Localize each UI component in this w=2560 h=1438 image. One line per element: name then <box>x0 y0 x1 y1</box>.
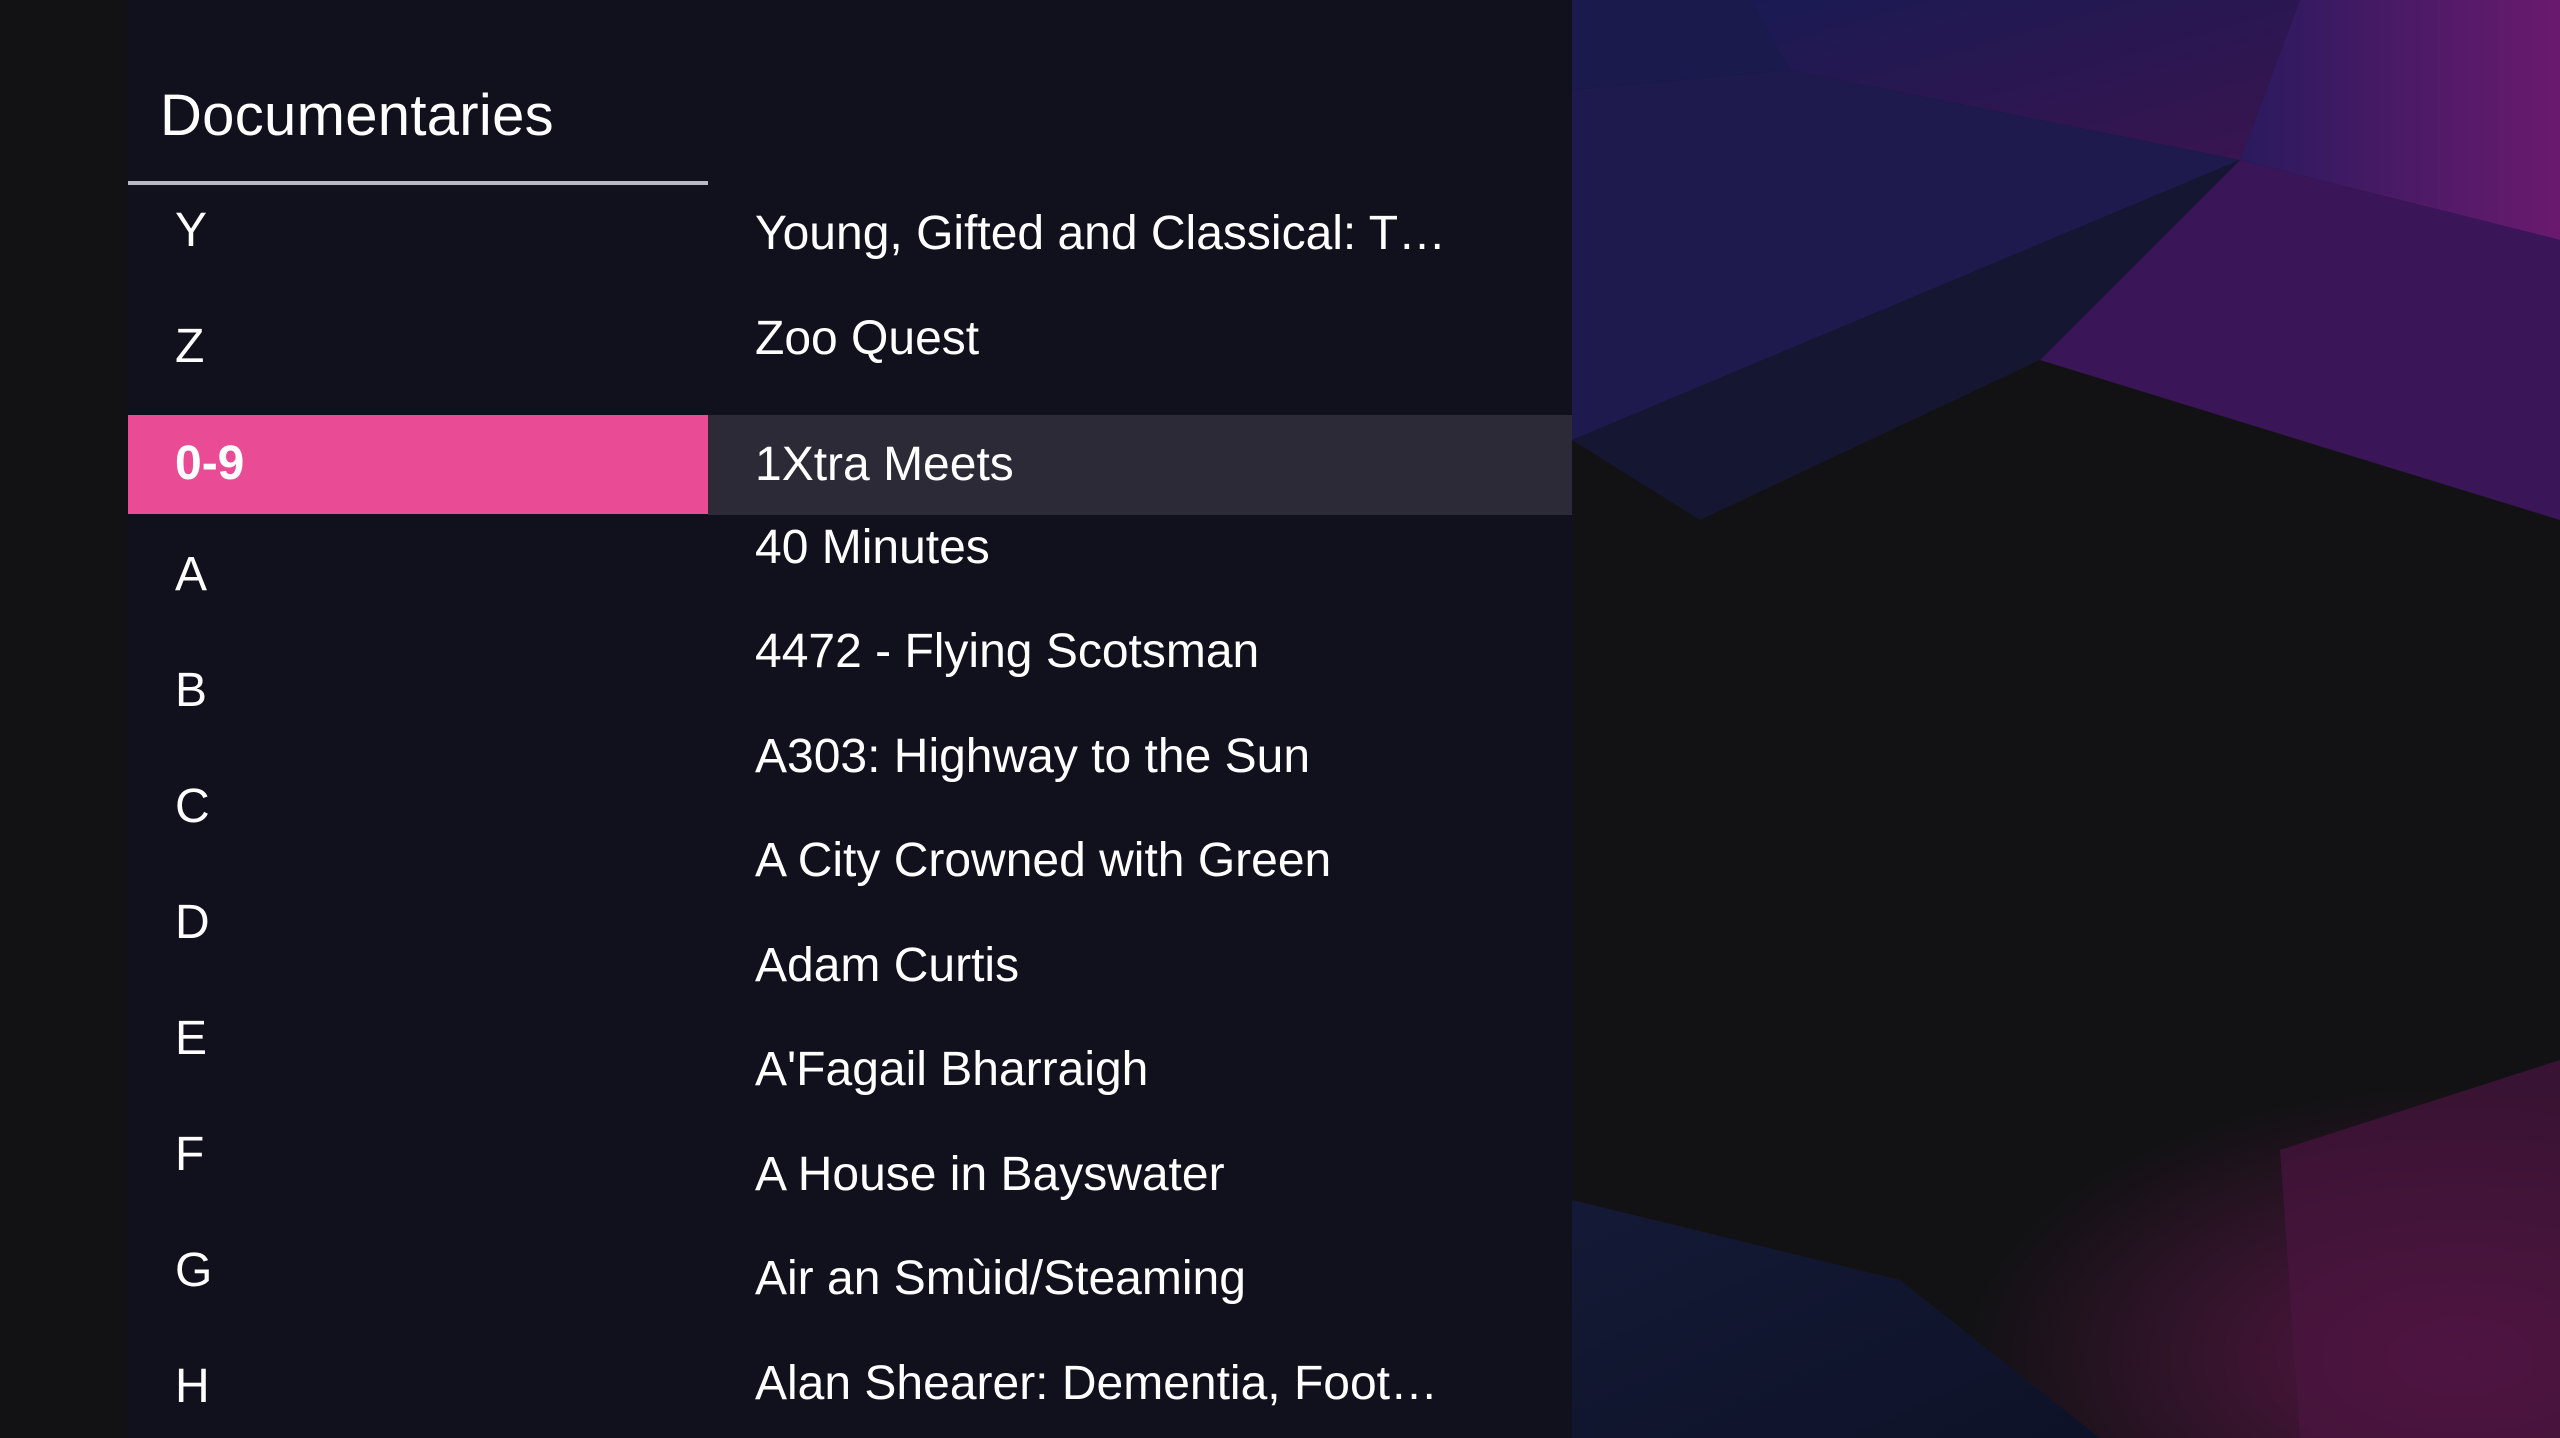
letter-index-list: Y Z 0-9 A B C D E F G H <box>128 185 708 1438</box>
letter-item-z[interactable]: Z <box>128 301 708 417</box>
letter-item-h[interactable]: H <box>128 1341 708 1438</box>
letter-label: H <box>175 1360 210 1413</box>
letter-item-a[interactable]: A <box>128 529 708 645</box>
programme-item[interactable]: 4472 - Flying Scotsman <box>708 624 1572 724</box>
programme-item[interactable]: 1Xtra Meets <box>708 415 1572 515</box>
programme-title: Adam Curtis <box>755 939 1020 992</box>
programme-title: Air an Smùid/Steaming <box>755 1252 1246 1305</box>
programme-item[interactable]: Air an Smùid/Steaming <box>708 1251 1572 1351</box>
programme-item[interactable]: A City Crowned with Green <box>708 833 1572 933</box>
letter-item-b[interactable]: B <box>128 645 708 761</box>
letter-label: Y <box>175 204 208 257</box>
programme-item[interactable]: A'Fagail Bharraigh <box>708 1042 1572 1142</box>
programme-title: 4472 - Flying Scotsman <box>755 625 1260 678</box>
programme-title: A303: Highway to the Sun <box>755 730 1311 783</box>
letter-label: E <box>175 1012 208 1065</box>
letter-label: G <box>175 1244 213 1297</box>
page-title: Documentaries <box>160 83 554 148</box>
programme-title: 40 Minutes <box>755 521 990 574</box>
category-browser-panel: Documentaries Y Z 0-9 A B C D E F G H Young, Gifte… <box>128 0 1572 1438</box>
letter-item-f[interactable]: F <box>128 1109 708 1225</box>
letter-label: C <box>175 780 210 833</box>
programme-title: 1Xtra Meets <box>755 438 1014 491</box>
programme-title: A'Fagail Bharraigh <box>755 1043 1149 1096</box>
programme-item[interactable]: Young, Gifted and Classical: T… <box>708 206 1572 306</box>
letter-item-y[interactable]: Y <box>128 185 708 301</box>
letter-label: A <box>175 548 208 601</box>
programme-title: Alan Shearer: Dementia, Foot… <box>755 1357 1438 1410</box>
letter-item-g[interactable]: G <box>128 1225 708 1341</box>
screen: Documentaries Y Z 0-9 A B C D E F G H Young, Gifte… <box>0 0 2560 1438</box>
letter-item-0-9[interactable]: 0-9 <box>128 415 708 514</box>
programme-title: Zoo Quest <box>755 312 980 365</box>
letter-label: B <box>175 664 208 717</box>
programme-item[interactable]: Zoo Quest <box>708 311 1572 411</box>
programme-title: Young, Gifted and Classical: T… <box>755 207 1447 260</box>
letter-item-e[interactable]: E <box>128 993 708 1109</box>
programme-item[interactable]: A303: Highway to the Sun <box>708 729 1572 829</box>
letter-label: D <box>175 896 210 949</box>
programme-item[interactable]: Adam Curtis <box>708 938 1572 1038</box>
programme-item[interactable]: 40 Minutes <box>708 520 1572 620</box>
letter-label: 0-9 <box>175 437 245 490</box>
letter-item-c[interactable]: C <box>128 761 708 877</box>
programme-title: A House in Bayswater <box>755 1148 1225 1201</box>
programme-item[interactable]: A House in Bayswater <box>708 1147 1572 1247</box>
programme-title: A City Crowned with Green <box>755 834 1332 887</box>
letter-label: F <box>175 1128 205 1181</box>
programme-item[interactable]: Alan Shearer: Dementia, Foot… <box>708 1356 1572 1438</box>
letter-item-d[interactable]: D <box>128 877 708 993</box>
letter-label: Z <box>175 320 205 373</box>
